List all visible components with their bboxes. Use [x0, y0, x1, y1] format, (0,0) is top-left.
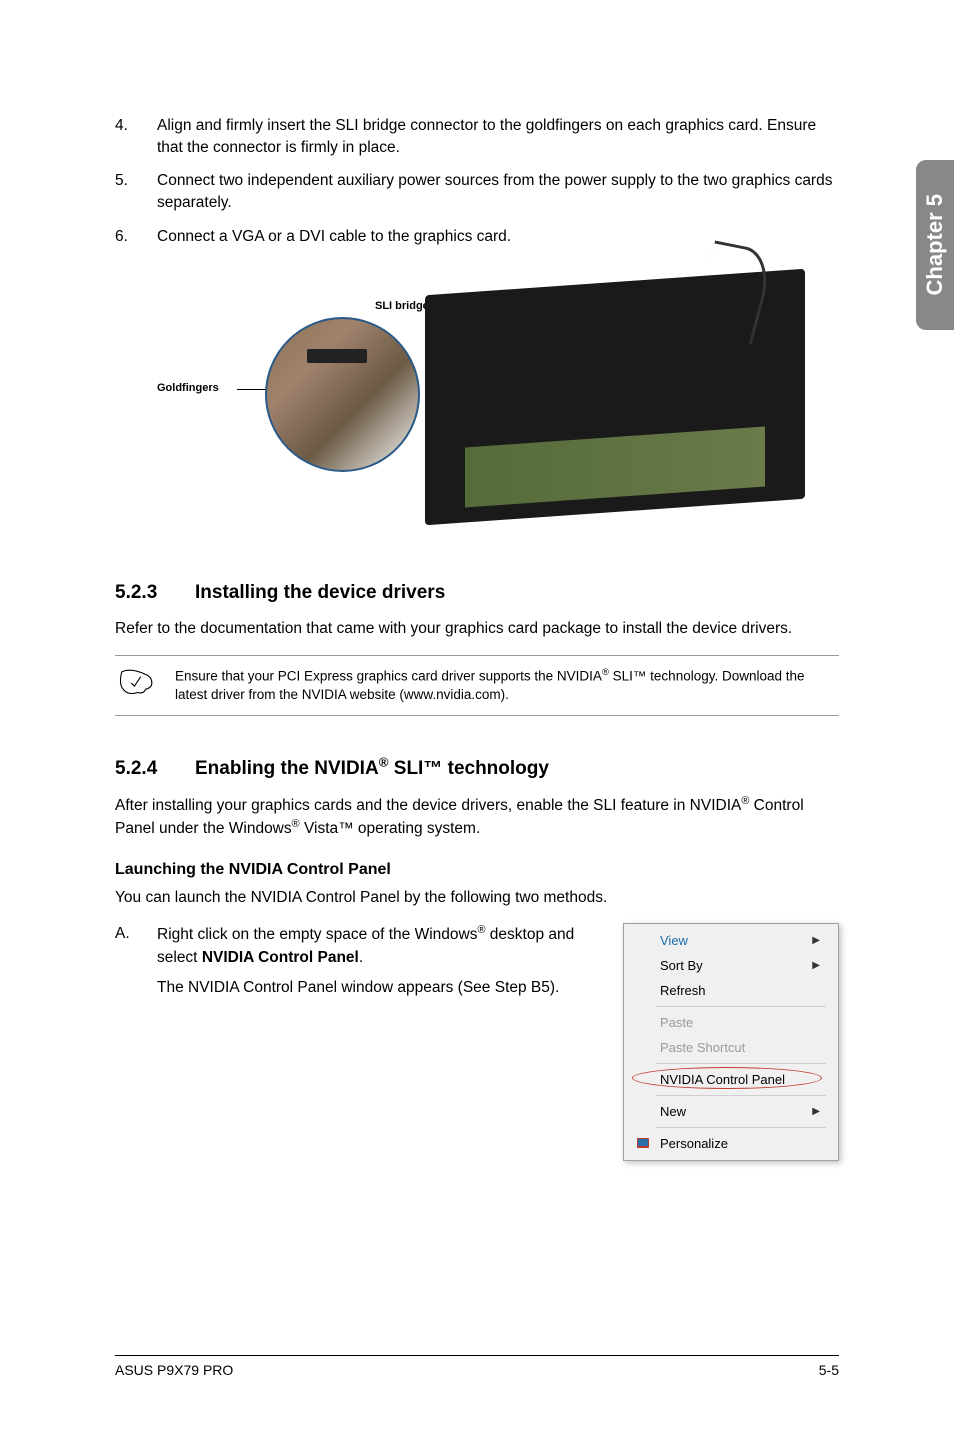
section-number: 5.2.4 [115, 758, 195, 780]
submenu-arrow-icon: ▶ [812, 935, 820, 946]
section-title: Installing the device drivers [195, 582, 445, 603]
section-title: Enabling the NVIDIA® SLI™ technology [195, 758, 549, 779]
figure-zoom-circle [265, 317, 420, 472]
menu-item-sortby[interactable]: Sort By▶ [626, 953, 836, 978]
menu-item-view[interactable]: View▶ [626, 928, 836, 953]
procedure-list: 4. Align and firmly insert the SLI bridg… [115, 115, 839, 247]
figure-label-sli: SLI bridge [375, 300, 429, 312]
step-a-text: Right click on the empty space of the Wi… [157, 923, 593, 1000]
step-text: Align and firmly insert the SLI bridge c… [157, 115, 839, 158]
launch-body: You can launch the NVIDIA Control Panel … [115, 887, 839, 909]
menu-item-nvidia-control-panel[interactable]: NVIDIA Control Panel [626, 1067, 836, 1092]
note-icon [115, 666, 157, 698]
section-524-body: After installing your graphics cards and… [115, 794, 839, 841]
footer-product: ASUS P9X79 PRO [115, 1362, 233, 1378]
figure-graphics-card [425, 269, 805, 526]
step-number: 5. [115, 170, 157, 213]
footer-page-number: 5-5 [819, 1362, 839, 1378]
note-text: Ensure that your PCI Express graphics ca… [175, 666, 839, 705]
step-text: Connect two independent auxiliary power … [157, 170, 839, 213]
menu-separator [656, 1095, 826, 1096]
section-number: 5.2.3 [115, 582, 195, 604]
step-letter: A. [115, 923, 157, 1000]
menu-separator [656, 1006, 826, 1007]
alpha-list: A. Right click on the empty space of the… [115, 923, 593, 1000]
section-523-body: Refer to the documentation that came wit… [115, 618, 839, 640]
menu-item-paste-shortcut: Paste Shortcut [626, 1035, 836, 1060]
menu-item-refresh[interactable]: Refresh [626, 978, 836, 1003]
context-menu: View▶ Sort By▶ Refresh Paste Paste Short… [623, 923, 839, 1161]
launch-subheading: Launching the NVIDIA Control Panel [115, 861, 839, 879]
figure-sli-bridge: SLI bridge Goldfingers [115, 262, 839, 542]
section-524-heading: 5.2.4Enabling the NVIDIA® SLI™ technolog… [115, 754, 839, 779]
menu-item-paste: Paste [626, 1010, 836, 1035]
submenu-arrow-icon: ▶ [812, 960, 820, 971]
step-a-row: A. Right click on the empty space of the… [115, 923, 839, 1161]
menu-separator [656, 1127, 826, 1128]
figure-label-goldfingers: Goldfingers [157, 382, 219, 394]
chapter-tab: Chapter 5 [916, 160, 954, 330]
note-block: Ensure that your PCI Express graphics ca… [115, 655, 839, 716]
page-footer: ASUS P9X79 PRO 5-5 [115, 1355, 839, 1378]
step-a-text-col: A. Right click on the empty space of the… [115, 923, 593, 1000]
step-number: 4. [115, 115, 157, 158]
step-number: 6. [115, 226, 157, 248]
personalize-icon [636, 1137, 650, 1151]
step-4: 4. Align and firmly insert the SLI bridg… [115, 115, 839, 158]
section-523-heading: 5.2.3Installing the device drivers [115, 582, 839, 604]
menu-item-new[interactable]: New▶ [626, 1099, 836, 1124]
step-a: A. Right click on the empty space of the… [115, 923, 593, 1000]
chapter-tab-label: Chapter 5 [922, 194, 948, 295]
menu-item-personalize[interactable]: Personalize [626, 1131, 836, 1156]
menu-separator [656, 1063, 826, 1064]
submenu-arrow-icon: ▶ [812, 1106, 820, 1117]
step-5: 5. Connect two independent auxiliary pow… [115, 170, 839, 213]
context-menu-figure: View▶ Sort By▶ Refresh Paste Paste Short… [623, 923, 839, 1161]
